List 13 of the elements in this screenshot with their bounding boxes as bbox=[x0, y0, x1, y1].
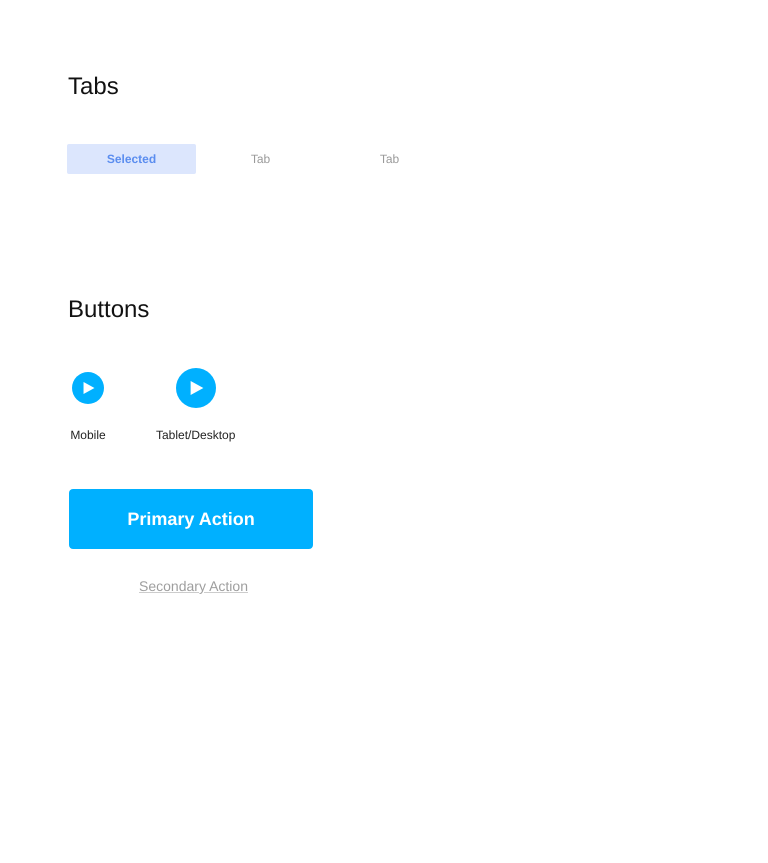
button-size-label: Mobile bbox=[70, 428, 106, 443]
play-button[interactable] bbox=[176, 368, 216, 408]
play-icon bbox=[190, 381, 204, 395]
section-heading: Buttons bbox=[68, 296, 150, 324]
section-heading: Tabs bbox=[68, 73, 120, 101]
button-size-label: Tablet/Desktop bbox=[156, 428, 236, 443]
tab[interactable]: Tab bbox=[196, 144, 325, 174]
play-button[interactable] bbox=[72, 372, 104, 404]
tab[interactable]: Tab bbox=[325, 144, 454, 174]
tab[interactable]: Selected bbox=[67, 144, 196, 174]
play-icon bbox=[83, 382, 95, 394]
secondary-link[interactable]: Secondary Action bbox=[139, 578, 248, 594]
primary-button[interactable]: Primary Action bbox=[69, 489, 313, 549]
